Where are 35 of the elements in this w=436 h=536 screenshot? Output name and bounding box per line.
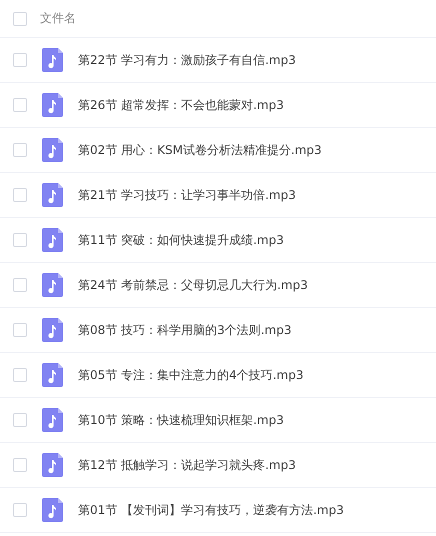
row-checkbox[interactable]: [13, 503, 27, 517]
file-name[interactable]: 第12节 抵触学习：说起学习就头疼.mp3: [78, 456, 296, 474]
file-name[interactable]: 第05节 专注：集中注意力的4个技巧.mp3: [78, 366, 304, 384]
column-header: 文件名: [40, 10, 76, 27]
music-file-icon: [42, 498, 63, 522]
row-checkbox[interactable]: [13, 143, 27, 157]
row-checkbox[interactable]: [13, 458, 27, 472]
file-name[interactable]: 第21节 学习技巧：让学习事半功倍.mp3: [78, 186, 296, 204]
row-checkbox[interactable]: [13, 278, 27, 292]
music-file-icon: [42, 453, 63, 477]
file-name[interactable]: 第02节 用心：KSM试卷分析法精准提分.mp3: [78, 142, 322, 158]
music-file-icon: [42, 138, 63, 162]
music-file-icon: [42, 183, 63, 207]
row-checkbox[interactable]: [13, 323, 27, 337]
file-name[interactable]: 第24节 考前禁忌：父母切忌几大行为.mp3: [78, 276, 308, 294]
file-name[interactable]: 第11节 突破：如何快速提升成绩.mp3: [78, 232, 284, 248]
music-file-icon: [42, 318, 63, 342]
row-checkbox[interactable]: [13, 188, 27, 202]
music-file-icon: [42, 363, 63, 387]
file-name[interactable]: 第01节 【发刊词】学习有技巧，逆袭有方法.mp3: [78, 502, 344, 518]
row-checkbox[interactable]: [13, 233, 27, 247]
row-checkbox[interactable]: [13, 98, 27, 112]
music-file-icon: [42, 48, 63, 72]
music-file-icon: [42, 273, 63, 297]
row-checkbox[interactable]: [13, 413, 27, 427]
select-all-checkbox[interactable]: [13, 12, 27, 26]
row-checkbox[interactable]: [13, 368, 27, 382]
file-name[interactable]: 第10节 策略：快速梳理知识框架.mp3: [78, 412, 284, 428]
file-name[interactable]: 第08节 技巧：科学用脑的3个法则.mp3: [78, 322, 292, 338]
file-name[interactable]: 第22节 学习有力：激励孩子有自信.mp3: [78, 52, 296, 68]
row-checkbox[interactable]: [13, 53, 27, 67]
music-file-icon: [42, 228, 63, 252]
file-name[interactable]: 第26节 超常发挥：不会也能蒙对.mp3: [78, 96, 284, 114]
music-file-icon: [42, 408, 63, 432]
music-file-icon: [42, 93, 63, 117]
